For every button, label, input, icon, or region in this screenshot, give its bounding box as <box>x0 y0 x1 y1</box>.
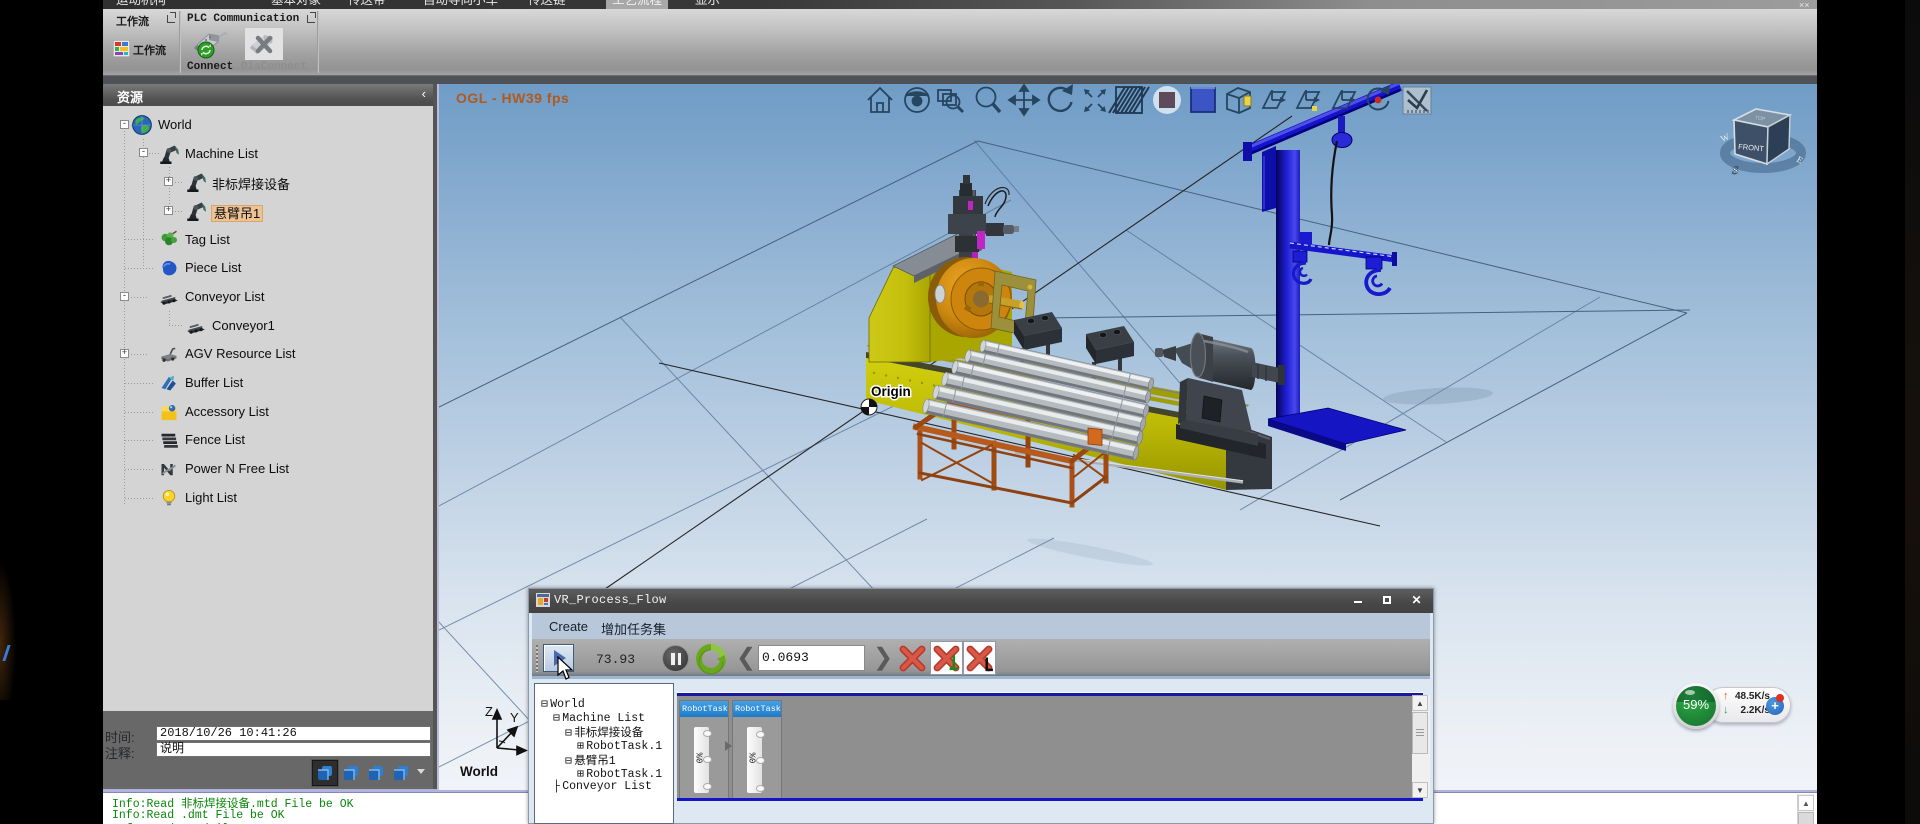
svg-text:Y: Y <box>510 710 519 725</box>
svg-text:World: World <box>460 764 498 779</box>
svg-text:Origin: Origin <box>871 384 911 399</box>
svg-text:S: S <box>1732 163 1739 177</box>
svg-text:Z: Z <box>485 704 493 719</box>
